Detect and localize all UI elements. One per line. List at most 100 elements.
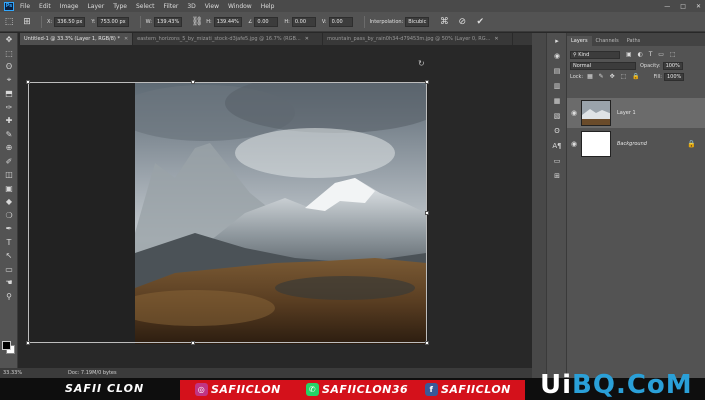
- menu-3d[interactable]: 3D: [187, 3, 195, 10]
- foreground-color-swatch[interactable]: [2, 341, 11, 350]
- dodge-tool-icon[interactable]: ❍: [0, 209, 18, 223]
- crop-tool-icon[interactable]: ⬒: [0, 87, 18, 101]
- hand-tool-icon[interactable]: ☚: [0, 276, 18, 290]
- menu-window[interactable]: Window: [228, 3, 252, 10]
- visibility-eye-icon[interactable]: ◉: [567, 140, 581, 148]
- y-label: Y:: [91, 18, 96, 25]
- angle-field[interactable]: 0.00: [254, 16, 279, 27]
- brush-tool-icon[interactable]: ✎: [0, 128, 18, 142]
- filter-icons[interactable]: ▣ ◐ T ▭ ⬚: [626, 51, 678, 58]
- menu-help[interactable]: Help: [261, 3, 275, 10]
- pen-tool-icon[interactable]: ✒: [0, 222, 18, 236]
- interpolation-select[interactable]: Bicubic: [405, 16, 430, 27]
- eraser-tool-icon[interactable]: ◫: [0, 168, 18, 182]
- facebook-handle[interactable]: f SAFIICLON: [425, 383, 511, 396]
- stamp-tool-icon[interactable]: ⊕: [0, 141, 18, 155]
- brush-icon[interactable]: ʘ: [547, 123, 567, 138]
- channel-name: SAFII CLON: [65, 382, 145, 395]
- transform-handle[interactable]: [26, 80, 30, 84]
- close-tab-icon[interactable]: ✕: [494, 36, 498, 42]
- menu-layer[interactable]: Layer: [87, 3, 104, 10]
- transform-handle[interactable]: [425, 80, 429, 84]
- tab-paths[interactable]: Paths: [623, 36, 645, 46]
- doc-size[interactable]: Doc: 7.19M/0 bytes: [68, 370, 117, 376]
- menu-file[interactable]: File: [20, 3, 30, 10]
- y-field[interactable]: 753.00 px: [97, 16, 129, 27]
- warp-icon[interactable]: ⌘: [438, 16, 450, 28]
- layer-row-background[interactable]: ◉ Background 🔒: [567, 129, 705, 159]
- width-field[interactable]: 139.43%: [153, 16, 183, 27]
- move-tool-icon[interactable]: ✥: [0, 33, 18, 47]
- gradient-tool-icon[interactable]: ▣: [0, 182, 18, 196]
- transform-handle[interactable]: [425, 341, 429, 345]
- reference-point-icon[interactable]: ⊞: [21, 16, 33, 28]
- history-brush-icon[interactable]: ✐: [0, 155, 18, 169]
- layer-filter-kind[interactable]: ⚲ Kind: [570, 50, 620, 59]
- promo-banner: SAFII CLON ◎ SAFIICLON ✆ SAFIICLON36 f S…: [0, 370, 705, 400]
- menu-type[interactable]: Type: [113, 3, 127, 10]
- menu-image[interactable]: Image: [60, 3, 79, 10]
- fill-field[interactable]: 100%: [663, 72, 685, 81]
- transform-tool-icon[interactable]: ⬚: [3, 16, 15, 28]
- tab-mountain-pass[interactable]: mountain_pass_by_rain0h34-d79453m.jpg @ …: [323, 33, 514, 45]
- link-icon[interactable]: ⛓: [191, 16, 203, 28]
- tab-layers[interactable]: Layers: [567, 36, 592, 46]
- path-select-tool-icon[interactable]: ↖: [0, 249, 18, 263]
- type-tool-icon[interactable]: T: [0, 236, 18, 250]
- libraries-icon[interactable]: ⊞: [547, 168, 567, 183]
- zoom-tool-icon[interactable]: ⚲: [0, 290, 18, 304]
- cancel-transform-icon[interactable]: ⊘: [456, 16, 468, 28]
- minimize-button[interactable]: —: [664, 3, 670, 10]
- layer-thumbnail-graphic: [582, 101, 610, 125]
- properties-icon[interactable]: ▧: [547, 108, 567, 123]
- canvas-area[interactable]: ↻: [20, 45, 532, 368]
- close-tab-icon[interactable]: ✕: [124, 36, 128, 42]
- transform-handle[interactable]: [191, 80, 195, 84]
- styles-icon[interactable]: ▦: [547, 93, 567, 108]
- eyedropper-tool-icon[interactable]: ✑: [0, 101, 18, 115]
- character-icon[interactable]: A¶: [547, 138, 567, 153]
- paragraph-icon[interactable]: ▭: [547, 153, 567, 168]
- blur-tool-icon[interactable]: ◆: [0, 195, 18, 209]
- facebook-icon: f: [425, 383, 438, 396]
- shape-tool-icon[interactable]: ▭: [0, 263, 18, 277]
- menu-filter[interactable]: Filter: [164, 3, 179, 10]
- color-icon[interactable]: ◉: [547, 48, 567, 63]
- hskew-field[interactable]: 0.00: [291, 16, 316, 27]
- marquee-tool-icon[interactable]: ⬚: [0, 47, 18, 61]
- zoom-level[interactable]: 33.33%: [0, 370, 28, 376]
- vskew-field[interactable]: 0.00: [328, 16, 353, 27]
- close-window-button[interactable]: ✕: [696, 3, 701, 10]
- maximize-button[interactable]: □: [680, 3, 686, 10]
- transform-handle[interactable]: [26, 341, 30, 345]
- transform-handle[interactable]: [425, 211, 429, 215]
- tab-channels[interactable]: Channels: [592, 36, 623, 46]
- whatsapp-handle[interactable]: ✆ SAFIICLON36: [306, 383, 408, 396]
- lock-icons[interactable]: ▦ ✎ ✥ ⬚ 🔒: [587, 73, 642, 80]
- blend-mode-select[interactable]: Normal: [570, 61, 636, 70]
- menu-view[interactable]: View: [205, 3, 219, 10]
- lasso-tool-icon[interactable]: ʘ: [0, 60, 18, 74]
- commit-transform-icon[interactable]: ✔: [474, 16, 486, 28]
- lock-row: Lock: ▦ ✎ ✥ ⬚ 🔒 Fill: 100%: [567, 71, 705, 82]
- x-field[interactable]: 336.50 px: [54, 16, 86, 27]
- whatsapp-text: SAFIICLON36: [322, 383, 409, 396]
- transform-handle[interactable]: [191, 341, 195, 345]
- layer-row-layer-1[interactable]: ◉ Layer 1: [567, 98, 705, 128]
- quick-select-tool-icon[interactable]: ⌖: [0, 74, 18, 88]
- opacity-field[interactable]: 100%: [662, 61, 683, 70]
- menu-select[interactable]: Select: [136, 3, 155, 10]
- play-icon[interactable]: ▸: [547, 33, 567, 48]
- healing-tool-icon[interactable]: ✚: [0, 114, 18, 128]
- adjustments-icon[interactable]: ▥: [547, 78, 567, 93]
- instagram-handle[interactable]: ◎ SAFIICLON: [195, 383, 281, 396]
- close-tab-icon[interactable]: ✕: [305, 36, 309, 42]
- height-field[interactable]: 139.44%: [213, 16, 242, 27]
- tab-untitled-1[interactable]: Untitled-1 @ 33.3% (Layer 1, RGB/8) * ✕: [20, 33, 134, 45]
- swatches-icon[interactable]: ▤: [547, 63, 567, 78]
- tab-eastern-horizons[interactable]: eastern_horizons_5_by_mizati_stock-d3jaf…: [133, 33, 324, 45]
- interpolation-label: Interpolation:: [369, 18, 404, 25]
- visibility-eye-icon[interactable]: ◉: [567, 109, 581, 117]
- mountain-image[interactable]: [135, 83, 426, 344]
- menu-edit[interactable]: Edit: [39, 3, 51, 10]
